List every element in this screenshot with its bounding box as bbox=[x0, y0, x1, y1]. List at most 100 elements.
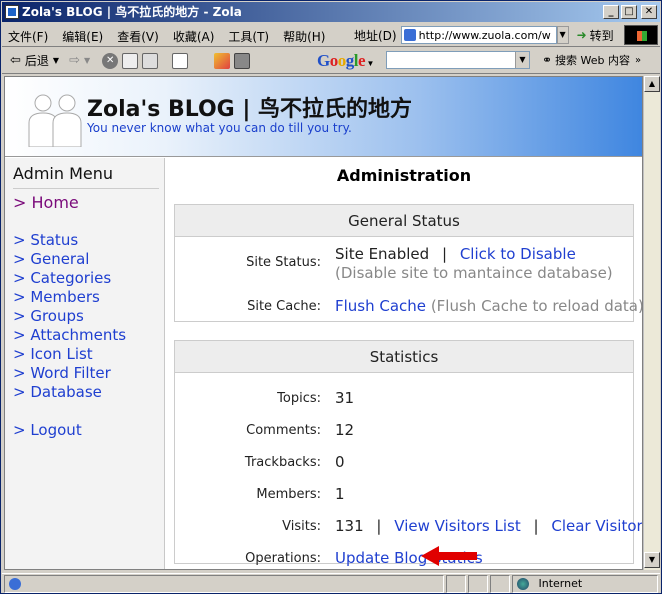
status-separator: | bbox=[441, 245, 448, 263]
site-cache-label: Site Cache: bbox=[247, 299, 321, 314]
comments-label: Comments: bbox=[246, 423, 321, 438]
status-cell-1 bbox=[446, 575, 466, 593]
admin-sidebar: Admin Menu > Home > Status > General > C… bbox=[5, 158, 165, 569]
menu-favorites[interactable]: 收藏(A) bbox=[173, 28, 215, 45]
forward-arrow-icon[interactable]: ⇨ bbox=[69, 53, 80, 68]
flush-cache-link[interactable]: Flush Cache bbox=[335, 297, 426, 315]
stop-icon[interactable]: ✕ bbox=[102, 52, 119, 69]
blog-header: Zola's BLOG | 鸟不拉氏的地方 You never know wha… bbox=[5, 77, 642, 157]
menu-bar: 文件(F) 编辑(E) 查看(V) 收藏(A) 工具(T) 帮助(H) 地址(D… bbox=[2, 23, 660, 47]
search-dropdown-icon[interactable]: ▼ bbox=[515, 52, 529, 68]
sidebar-item-database[interactable]: > Database bbox=[13, 383, 102, 401]
google-search-input[interactable]: ▼ bbox=[386, 51, 530, 69]
sidebar-item-word-filter[interactable]: > Word Filter bbox=[13, 364, 111, 382]
site-status-value: Site Enabled bbox=[335, 245, 430, 263]
sidebar-item-general[interactable]: > General bbox=[13, 250, 89, 268]
go-label: 转到 bbox=[589, 28, 614, 43]
sidebar-item-attachments[interactable]: > Attachments bbox=[13, 326, 126, 344]
sidebar-item-members[interactable]: > Members bbox=[13, 288, 100, 306]
vertical-scrollbar[interactable]: ▲ ▼ bbox=[643, 76, 660, 570]
page-title: Administration bbox=[336, 166, 472, 185]
window-title: Zola's BLOG | 鸟不拉氏的地方 - Zola bbox=[22, 5, 242, 19]
trackbacks-label: Trackbacks: bbox=[244, 455, 321, 470]
sidebar-item-home[interactable]: > Home bbox=[13, 193, 79, 212]
menu-edit[interactable]: 编辑(E) bbox=[62, 28, 103, 45]
sidebar-item-icon-list[interactable]: > Icon List bbox=[13, 345, 93, 363]
maximize-button[interactable]: □ bbox=[621, 5, 637, 19]
clear-visitors-link[interactable]: Clear Visitors List bbox=[551, 517, 642, 535]
sidebar-item-logout[interactable]: > Logout bbox=[13, 421, 82, 439]
scroll-up-icon[interactable]: ▲ bbox=[644, 76, 660, 92]
mail-icon[interactable] bbox=[214, 52, 231, 69]
disable-note: (Disable site to mantaince database) bbox=[335, 264, 613, 282]
status-cell-2 bbox=[468, 575, 488, 593]
topics-value: 31 bbox=[335, 389, 355, 407]
people-logo-icon bbox=[28, 94, 82, 147]
trackbacks-value: 0 bbox=[335, 453, 345, 471]
browser-window: Zola's BLOG | 鸟不拉氏的地方 - Zola _ □ ✕ 文件(F)… bbox=[0, 0, 662, 594]
forward-dropdown-icon[interactable]: ▼ bbox=[84, 56, 90, 65]
back-button[interactable]: 后退 bbox=[25, 52, 49, 69]
globe-icon bbox=[517, 578, 529, 590]
home-icon[interactable] bbox=[142, 52, 159, 69]
blog-subtitle: You never know what you can do till you … bbox=[87, 121, 352, 135]
sidebar-divider bbox=[13, 188, 159, 189]
address-dropdown-icon[interactable]: ▼ bbox=[556, 26, 569, 44]
title-bar[interactable]: Zola's BLOG | 鸟不拉氏的地方 - Zola _ □ ✕ bbox=[2, 2, 660, 22]
search-web-button[interactable]: ⚭ 搜索 Web 内容 » bbox=[542, 52, 641, 68]
print-icon[interactable] bbox=[234, 52, 251, 69]
address-input[interactable]: http://www.zuola.com/w bbox=[400, 26, 557, 44]
zone-label: Internet bbox=[538, 577, 583, 590]
search-binoculars-icon: ⚭ bbox=[542, 53, 553, 67]
click-to-disable-link[interactable]: Click to Disable bbox=[460, 245, 576, 263]
status-bar: Internet bbox=[2, 573, 660, 593]
menu-help[interactable]: 帮助(H) bbox=[283, 28, 325, 45]
status-text-cell bbox=[4, 575, 444, 593]
google-logo[interactable]: Google ▼ bbox=[317, 51, 374, 71]
visits-separator-1: | bbox=[376, 517, 382, 535]
general-status-header: General Status bbox=[175, 205, 633, 237]
ie-page-icon bbox=[403, 29, 416, 41]
visits-separator-2: | bbox=[533, 517, 539, 535]
operations-label: Operations: bbox=[245, 551, 321, 566]
back-arrow-icon[interactable]: ⇦ bbox=[10, 53, 21, 68]
site-status-label: Site Status: bbox=[246, 255, 321, 270]
address-value: http://www.zuola.com/w bbox=[418, 28, 551, 42]
refresh-icon[interactable] bbox=[122, 52, 139, 69]
address-label: 地址(D) bbox=[354, 28, 397, 43]
page-content: Zola's BLOG | 鸟不拉氏的地方 You never know wha… bbox=[4, 76, 643, 570]
menu-file[interactable]: 文件(F) bbox=[8, 28, 48, 45]
minimize-button[interactable]: _ bbox=[603, 5, 619, 19]
scroll-down-icon[interactable]: ▼ bbox=[644, 552, 660, 568]
search-web-more-icon[interactable]: » bbox=[635, 55, 641, 66]
menu-tools[interactable]: 工具(T) bbox=[228, 28, 269, 45]
status-cell-3 bbox=[490, 575, 510, 593]
page-icon bbox=[5, 5, 19, 19]
members-label: Members: bbox=[256, 487, 321, 502]
visits-value: 131 bbox=[335, 517, 364, 535]
toolbar: ⇦ 后退 ▼ ⇨ ▼ ✕ Google ▼ ▼ ⚭ 搜索 Web 内容 » bbox=[2, 48, 660, 74]
blog-title: Zola's BLOG | 鸟不拉氏的地方 bbox=[87, 97, 413, 122]
flush-cache-note: (Flush Cache to reload data) bbox=[430, 297, 643, 315]
go-arrow-icon: ➜ bbox=[576, 28, 587, 42]
visits-label: Visits: bbox=[282, 519, 321, 534]
go-button[interactable]: ➜ 转到 bbox=[573, 27, 618, 44]
close-button[interactable]: ✕ bbox=[641, 5, 657, 19]
view-visitors-link[interactable]: View Visitors List bbox=[394, 517, 520, 535]
history-icon[interactable] bbox=[172, 52, 189, 69]
sidebar-item-categories[interactable]: > Categories bbox=[13, 269, 111, 287]
zone-cell: Internet bbox=[512, 575, 658, 593]
back-dropdown-icon[interactable]: ▼ bbox=[53, 56, 59, 65]
sidebar-item-groups[interactable]: > Groups bbox=[13, 307, 84, 325]
main-content: Administration General Status Site Statu… bbox=[166, 158, 642, 569]
menu-view[interactable]: 查看(V) bbox=[117, 28, 159, 45]
topics-label: Topics: bbox=[277, 391, 321, 406]
ie-status-icon bbox=[9, 578, 21, 590]
admin-menu-title: Admin Menu bbox=[13, 164, 114, 183]
comments-value: 12 bbox=[335, 421, 355, 439]
search-web-label: 搜索 Web 内容 bbox=[555, 54, 631, 67]
sidebar-item-status[interactable]: > Status bbox=[13, 231, 78, 249]
red-arrow-icon bbox=[421, 546, 477, 566]
members-value: 1 bbox=[335, 485, 345, 503]
general-status-panel: General Status Site Status: Site Enabled… bbox=[174, 204, 642, 322]
